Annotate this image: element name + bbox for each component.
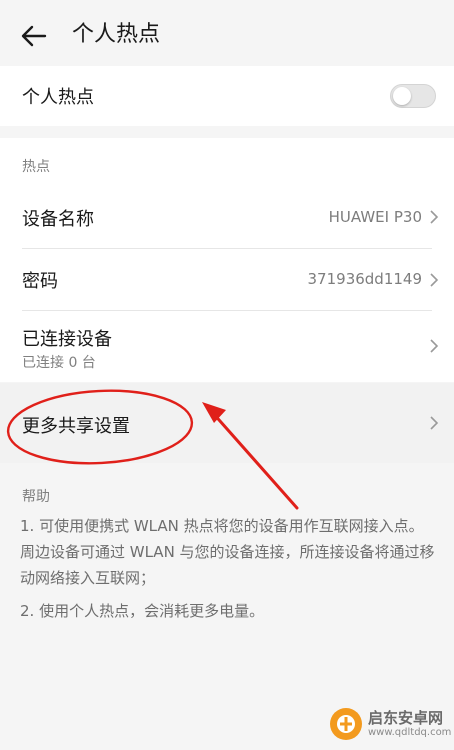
back-button[interactable] [14, 16, 54, 56]
watermark-title: 启东安卓网 [368, 709, 444, 727]
chevron-right-icon [430, 210, 439, 224]
watermark: 启东安卓网 www.qdltdq.com [328, 704, 452, 744]
toggle-knob [393, 87, 411, 105]
device-name-value: HUAWEI P30 [328, 208, 422, 226]
hotspot-toggle-switch[interactable] [390, 84, 436, 108]
chevron-right-icon [430, 416, 439, 430]
hotspot-toggle-label: 个人热点 [22, 87, 94, 108]
section-header-hotspot: 热点 [22, 159, 50, 175]
section-header-help: 帮助 [22, 489, 50, 505]
password-value: 371936dd1149 [307, 270, 422, 288]
chevron-right-icon [430, 339, 439, 353]
connected-devices-row[interactable]: 已连接设备 已连接 0 台 [0, 311, 454, 382]
help-item-1: 1. 可使用便携式 WLAN 热点将您的设备用作互联网接入点。周边设备可通过 W… [20, 517, 435, 587]
hotspot-settings-card: 热点 设备名称 HUAWEI P30 密码 371936dd1149 已连接设备… [0, 138, 454, 382]
device-name-row[interactable]: 设备名称 HUAWEI P30 [0, 186, 454, 248]
watermark-url: www.qdltdq.com [368, 727, 452, 738]
help-item-2: 2. 使用个人热点，会消耗更多电量。 [20, 602, 265, 620]
connected-devices-label: 已连接设备 [22, 329, 112, 350]
password-label: 密码 [22, 271, 58, 292]
arrow-left-icon [21, 25, 47, 47]
watermark-logo-icon [330, 708, 362, 740]
device-name-label: 设备名称 [22, 209, 94, 230]
chevron-right-icon [430, 273, 439, 287]
more-sharing-settings-label: 更多共享设置 [22, 416, 130, 437]
more-sharing-settings-row[interactable]: 更多共享设置 [0, 383, 454, 463]
app-bar: 个人热点 [0, 0, 454, 68]
password-row[interactable]: 密码 371936dd1149 [0, 249, 454, 310]
page-title: 个人热点 [72, 22, 161, 47]
hotspot-toggle-card: 个人热点 [0, 66, 454, 126]
connected-devices-count: 已连接 0 台 [22, 355, 96, 371]
